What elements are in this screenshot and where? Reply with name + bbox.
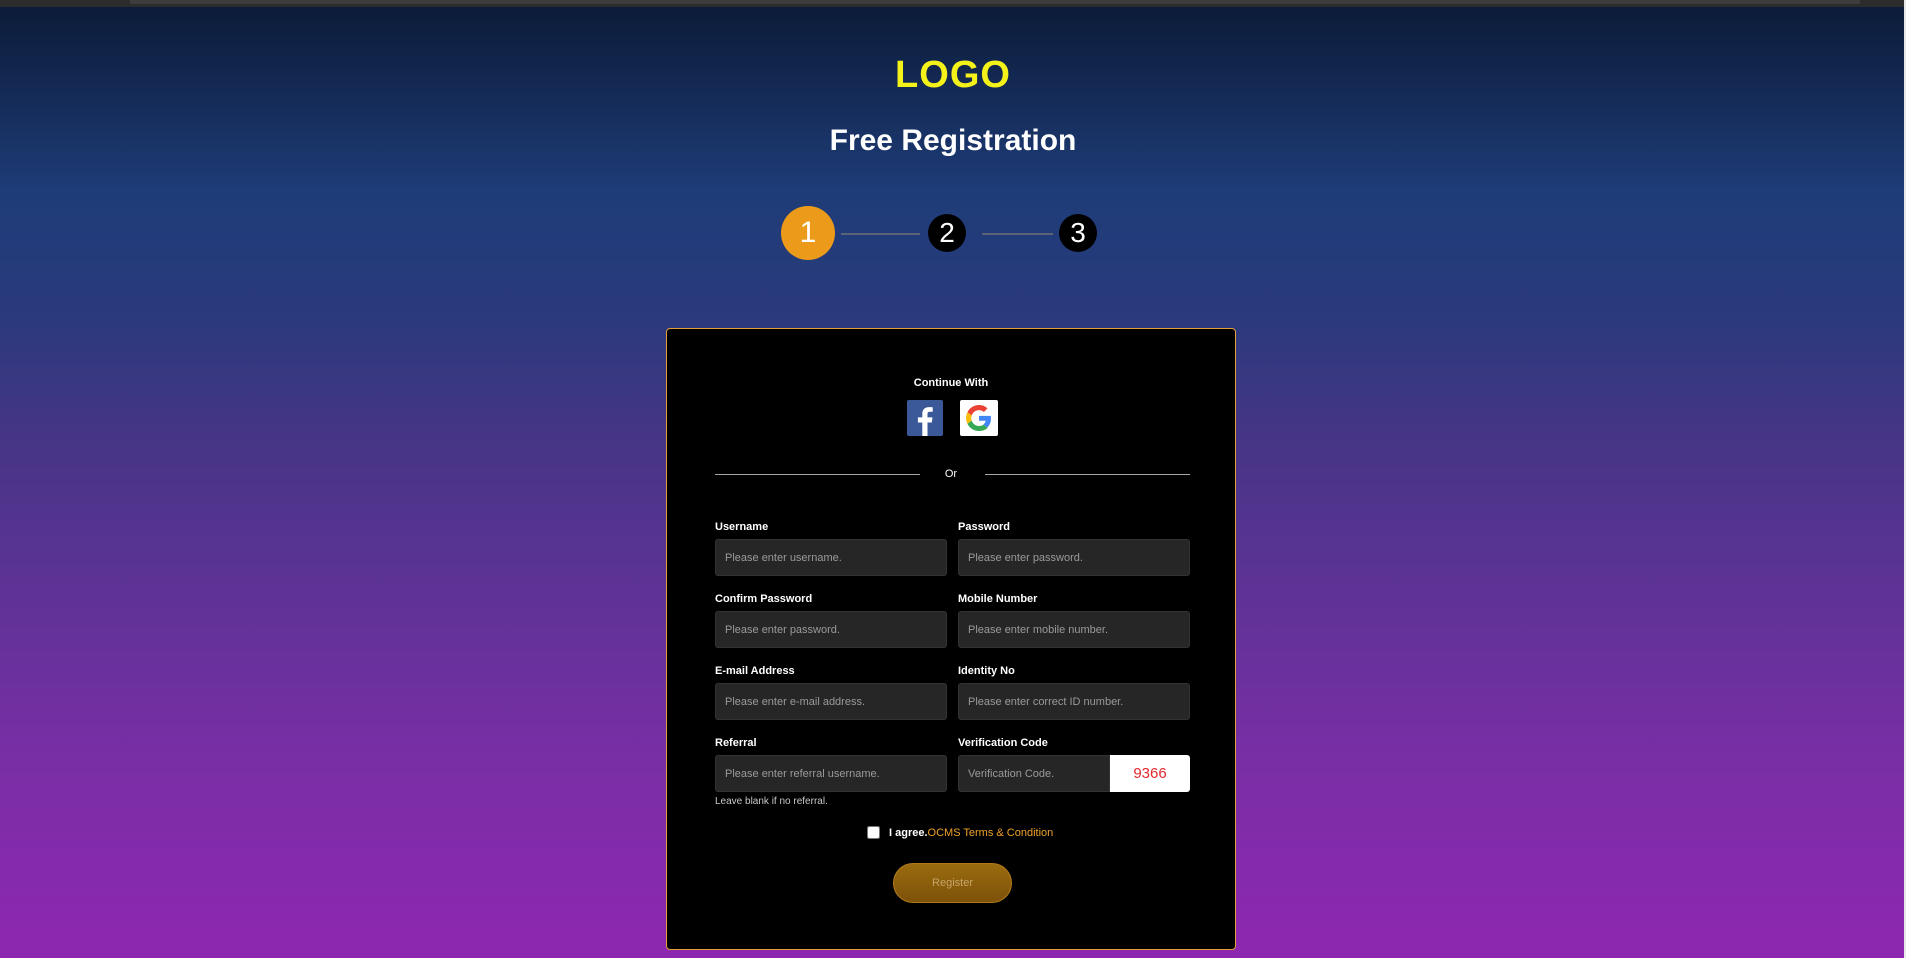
username-label: Username [715, 521, 769, 533]
password-label: Password [958, 521, 1010, 533]
divider-right [985, 474, 1190, 475]
step-3: 3 [1059, 214, 1097, 252]
identity-no-input[interactable] [958, 683, 1190, 720]
referral-hint: Leave blank if no referral. [715, 796, 828, 807]
browser-top-bar [0, 0, 1906, 7]
verification-code-input[interactable] [958, 755, 1110, 792]
username-input[interactable] [715, 539, 947, 576]
password-input[interactable] [958, 539, 1190, 576]
captcha-image[interactable]: 9366 [1110, 755, 1190, 792]
mobile-number-label: Mobile Number [958, 593, 1038, 605]
agree-text: I agree.OCMS Terms & Condition [889, 827, 1053, 839]
step-2: 2 [928, 214, 966, 252]
confirm-password-input[interactable] [715, 611, 947, 648]
confirm-password-label: Confirm Password [715, 593, 813, 605]
facebook-login-button[interactable] [907, 400, 943, 436]
mobile-number-input[interactable] [958, 611, 1190, 648]
email-input[interactable] [715, 683, 947, 720]
email-label: E-mail Address [715, 665, 795, 677]
identity-no-label: Identity No [958, 665, 1015, 677]
registration-card: Continue With Or Username Password Confi… [666, 328, 1236, 950]
logo[interactable]: LOGO [0, 54, 1906, 97]
referral-label: Referral [715, 737, 757, 749]
register-button[interactable]: Register [893, 863, 1012, 903]
agree-checkbox[interactable] [867, 826, 880, 839]
facebook-icon [917, 407, 933, 436]
verification-code-label: Verification Code [958, 737, 1048, 749]
step-1: 1 [781, 206, 835, 260]
agree-prefix: I agree. [889, 827, 928, 839]
referral-input[interactable] [715, 755, 947, 792]
step-connector [841, 233, 920, 235]
horizontal-scroll-track[interactable] [130, 0, 1860, 4]
step-connector [982, 233, 1053, 235]
continue-with-heading: Continue With [913, 377, 989, 389]
terms-link[interactable]: OCMS Terms & Condition [928, 827, 1054, 839]
google-login-button[interactable] [960, 400, 998, 436]
google-icon [966, 405, 991, 431]
page-title: Free Registration [829, 124, 1077, 157]
